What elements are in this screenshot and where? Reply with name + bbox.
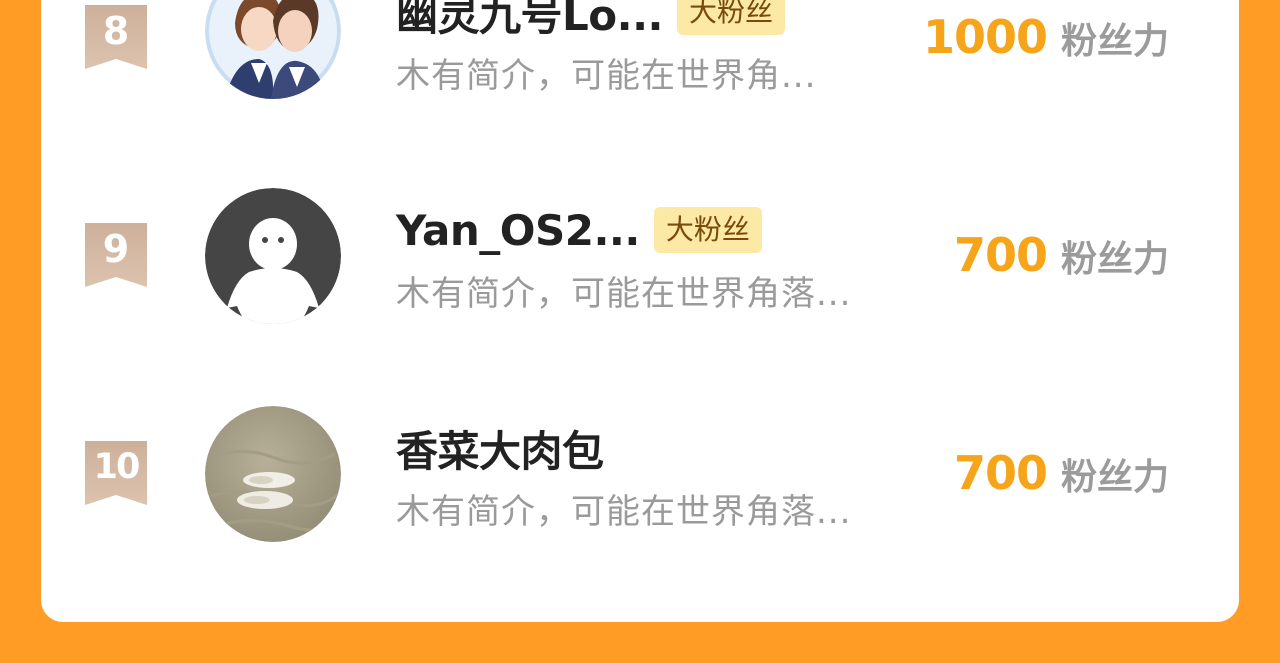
rank-ribbon-icon: 8 <box>85 5 147 69</box>
fan-power-unit: 粉丝力 <box>1060 457 1169 498</box>
rank-number: 8 <box>102 9 130 53</box>
user-bio: 木有简介，可能在世界角... <box>396 56 817 96</box>
user-avatar[interactable] <box>205 0 341 99</box>
list-item[interactable]: 10 香菜大肉包 木有简介，可能在世界角落... 700 粉丝力 <box>41 396 1239 556</box>
fan-power-value: 700 <box>953 446 1048 500</box>
rank-ribbon-icon: 10 <box>85 441 147 505</box>
fan-power-value: 700 <box>953 228 1048 282</box>
rank-number: 9 <box>102 227 130 271</box>
list-item[interactable]: 9 Yan_OS2... 大粉丝 木有简介，可能在世界角落... 700 粉丝力 <box>41 178 1239 338</box>
fan-power-value: 1000 <box>922 10 1048 64</box>
rank-number: 10 <box>93 447 141 487</box>
user-bio: 木有简介，可能在世界角落... <box>396 492 852 532</box>
user-avatar[interactable] <box>205 406 341 542</box>
fan-level-badge: 大粉丝 <box>676 0 785 35</box>
rank-ribbon-icon: 9 <box>85 223 147 287</box>
fan-ranking-card: 8 幽灵九号Lo... 大粉丝 木有简介，可能在世界角... 1000 粉丝力 … <box>41 0 1239 622</box>
user-avatar[interactable] <box>205 188 341 324</box>
name-line: 香菜大肉包 <box>396 418 604 478</box>
user-name[interactable]: Yan_OS2... <box>396 206 640 255</box>
user-name[interactable]: 幽灵九号Lo... <box>396 0 663 43</box>
fan-level-badge: 大粉丝 <box>653 207 762 253</box>
user-bio: 木有简介，可能在世界角落... <box>396 274 852 314</box>
name-line: Yan_OS2... 大粉丝 <box>396 200 762 260</box>
fan-power: 700 粉丝力 <box>954 228 1169 282</box>
user-name[interactable]: 香菜大肉包 <box>396 418 604 479</box>
fan-power: 700 粉丝力 <box>954 446 1169 500</box>
name-line: 幽灵九号Lo... 大粉丝 <box>396 0 785 42</box>
fan-power: 1000 粉丝力 <box>923 10 1169 64</box>
fan-power-unit: 粉丝力 <box>1060 21 1169 62</box>
fan-power-unit: 粉丝力 <box>1060 239 1169 280</box>
list-item[interactable]: 8 幽灵九号Lo... 大粉丝 木有简介，可能在世界角... 1000 粉丝力 <box>41 0 1239 120</box>
